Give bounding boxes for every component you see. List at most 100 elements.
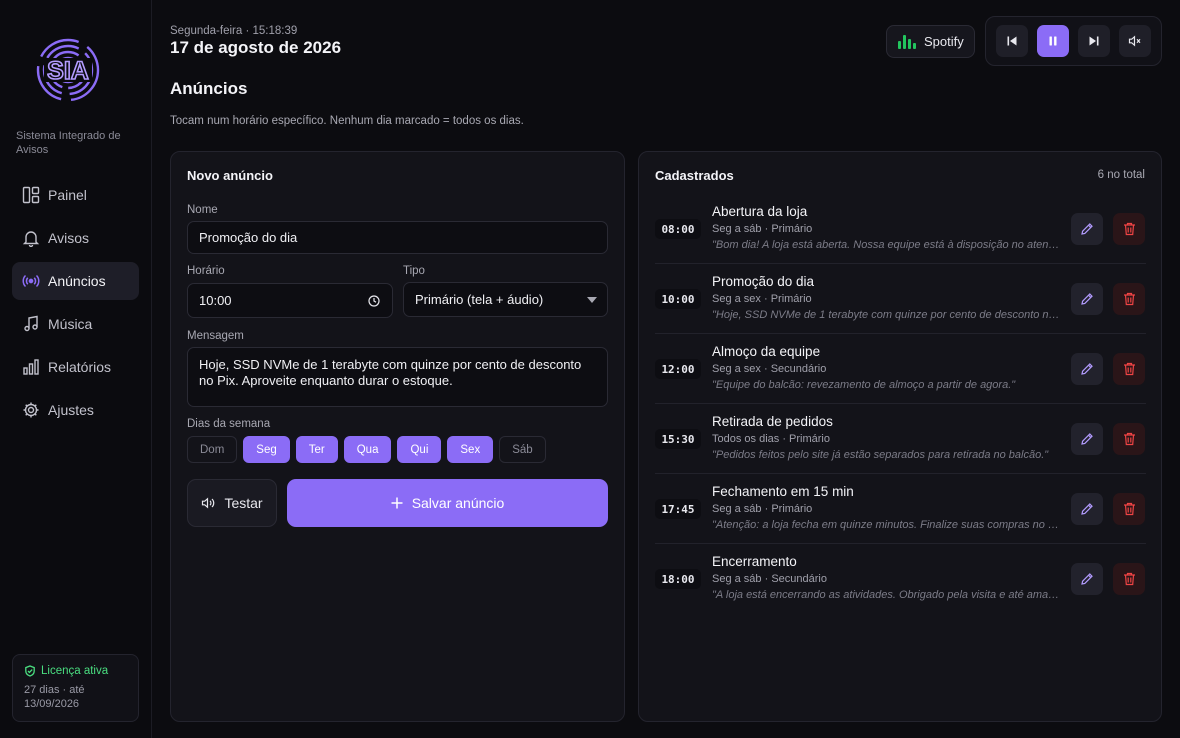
spotify-button[interactable]: Spotify — [886, 25, 975, 58]
delete-button[interactable] — [1113, 493, 1145, 525]
item-title: Encerramento — [712, 554, 797, 569]
day-toggle-qua[interactable]: Qua — [343, 436, 392, 463]
list-title: Cadastrados — [655, 168, 734, 183]
name-value: Promoção do dia — [199, 230, 298, 245]
item-meta: Todos os dias · Primário — [712, 433, 830, 445]
time-badge: 15:30 — [655, 429, 701, 449]
sidebar-item-painel[interactable]: Painel — [12, 176, 139, 214]
sidebar-item-label: Relatórios — [48, 359, 112, 375]
svg-text:SIA: SIA — [47, 57, 89, 85]
list-item: 17:45 Fechamento em 15 min Seg a sáb · P… — [655, 474, 1146, 544]
time-badge: 08:00 — [655, 219, 701, 239]
sidebar-item-label: Música — [48, 316, 93, 332]
day-toggle-ter[interactable]: Ter — [295, 436, 338, 463]
test-label: Testar — [224, 495, 263, 511]
item-meta: Seg a sex · Secundário — [712, 363, 827, 375]
volume-mute-icon — [1128, 35, 1141, 47]
day-toggle-sab[interactable]: Sáb — [499, 436, 546, 463]
day-toggle-qui[interactable]: Qui — [397, 436, 442, 463]
time-input[interactable]: 10:00 — [187, 283, 393, 318]
announcement-list: 08:00 Abertura da loja Seg a sáb · Primá… — [655, 194, 1146, 614]
day-toggle-seg[interactable]: Seg — [243, 436, 290, 463]
chevron-down-icon — [587, 297, 597, 303]
save-announcement-button[interactable]: Salvar anúncio — [287, 479, 608, 527]
edit-button[interactable] — [1071, 493, 1103, 525]
item-message: "A loja está encerrando as atividades. O… — [712, 589, 1062, 601]
item-title: Almoço da equipe — [712, 344, 821, 359]
delete-button[interactable] — [1113, 563, 1145, 595]
pause-button[interactable] — [1037, 25, 1069, 57]
speaker-icon — [202, 497, 215, 509]
item-meta: Seg a sex · Primário — [712, 293, 812, 305]
sidebar-item-relatorios[interactable]: Relatórios — [12, 348, 139, 386]
delete-button[interactable] — [1113, 353, 1145, 385]
pencil-icon — [1081, 293, 1093, 305]
sidebar-item-label: Ajustes — [48, 402, 94, 418]
edit-button[interactable] — [1071, 563, 1103, 595]
day-toggle-dom[interactable]: Dom — [187, 436, 238, 463]
time-badge: 18:00 — [655, 569, 701, 589]
delete-button[interactable] — [1113, 283, 1145, 315]
layout-icon — [22, 186, 40, 204]
spotify-label: Spotify — [924, 34, 964, 49]
list-item: 10:00 Promoção do dia Seg a sex · Primár… — [655, 264, 1146, 334]
time-badge: 12:00 — [655, 359, 701, 379]
next-button[interactable] — [1078, 25, 1110, 57]
clock-icon — [368, 295, 380, 307]
trash-icon — [1123, 572, 1135, 586]
pencil-icon — [1081, 223, 1093, 235]
item-message: "Bom dia! A loja está aberta. Nossa equi… — [712, 239, 1062, 251]
item-message: "Hoje, SSD NVMe de 1 terabyte com quinze… — [712, 309, 1062, 321]
test-button[interactable]: Testar — [187, 479, 277, 527]
sidebar-item-label: Avisos — [48, 230, 89, 246]
days-label: Dias da semana — [187, 418, 271, 430]
type-label: Tipo — [403, 265, 425, 277]
pencil-icon — [1081, 573, 1093, 585]
edit-button[interactable] — [1071, 213, 1103, 245]
save-label: Salvar anúncio — [411, 495, 505, 511]
previous-button[interactable] — [996, 25, 1028, 57]
item-title: Retirada de pedidos — [712, 414, 833, 429]
type-value: Primário (tela + áudio) — [415, 292, 544, 307]
time-badge: 17:45 — [655, 499, 701, 519]
pencil-icon — [1081, 363, 1093, 375]
type-select[interactable]: Primário (tela + áudio) — [403, 282, 608, 317]
day-toggle-sex[interactable]: Sex — [447, 436, 494, 463]
delete-button[interactable] — [1113, 423, 1145, 455]
list-item: 18:00 Encerramento Seg a sáb · Secundári… — [655, 544, 1146, 614]
time-value: 10:00 — [199, 293, 232, 308]
trash-icon — [1123, 432, 1135, 446]
weekday-selector: Dom Seg Ter Qua Qui Sex Sáb — [187, 436, 546, 463]
time-badge: 10:00 — [655, 289, 701, 309]
license-detail: 27 dias · até 13/09/2026 — [24, 684, 85, 710]
skip-back-icon — [1007, 36, 1017, 46]
sidebar-item-label: Painel — [48, 187, 87, 203]
sidebar-item-label: Anúncios — [48, 273, 106, 289]
sidebar-item-avisos[interactable]: Avisos — [12, 219, 139, 257]
item-meta: Seg a sáb · Secundário — [712, 573, 827, 585]
name-input[interactable]: Promoção do dia — [187, 221, 608, 254]
message-textarea[interactable]: Hoje, SSD NVMe de 1 terabyte com quinze … — [187, 347, 608, 407]
license-title: Licença ativa — [41, 665, 109, 677]
item-title: Fechamento em 15 min — [712, 484, 854, 499]
edit-button[interactable] — [1071, 283, 1103, 315]
sidebar-item-anuncios[interactable]: Anúncios — [12, 262, 139, 300]
delete-button[interactable] — [1113, 213, 1145, 245]
bar-chart-icon — [22, 358, 40, 376]
player-controls — [985, 16, 1162, 66]
list-count: 6 no total — [1097, 169, 1145, 181]
list-item: 08:00 Abertura da loja Seg a sáb · Primá… — [655, 194, 1146, 264]
license-card: Licença ativa 27 dias · até 13/09/2026 — [12, 654, 139, 722]
edit-button[interactable] — [1071, 353, 1103, 385]
broadcast-icon — [22, 272, 40, 290]
message-value: Hoje, SSD NVMe de 1 terabyte com quinze … — [199, 357, 582, 388]
sidebar-item-ajustes[interactable]: Ajustes — [12, 391, 139, 429]
mute-button[interactable] — [1119, 25, 1151, 57]
sidebar-item-musica[interactable]: Música — [12, 305, 139, 343]
trash-icon — [1123, 292, 1135, 306]
trash-icon — [1123, 502, 1135, 516]
edit-button[interactable] — [1071, 423, 1103, 455]
list-item: 12:00 Almoço da equipe Seg a sex · Secun… — [655, 334, 1146, 404]
item-title: Promoção do dia — [712, 274, 815, 289]
gear-icon — [22, 401, 40, 419]
